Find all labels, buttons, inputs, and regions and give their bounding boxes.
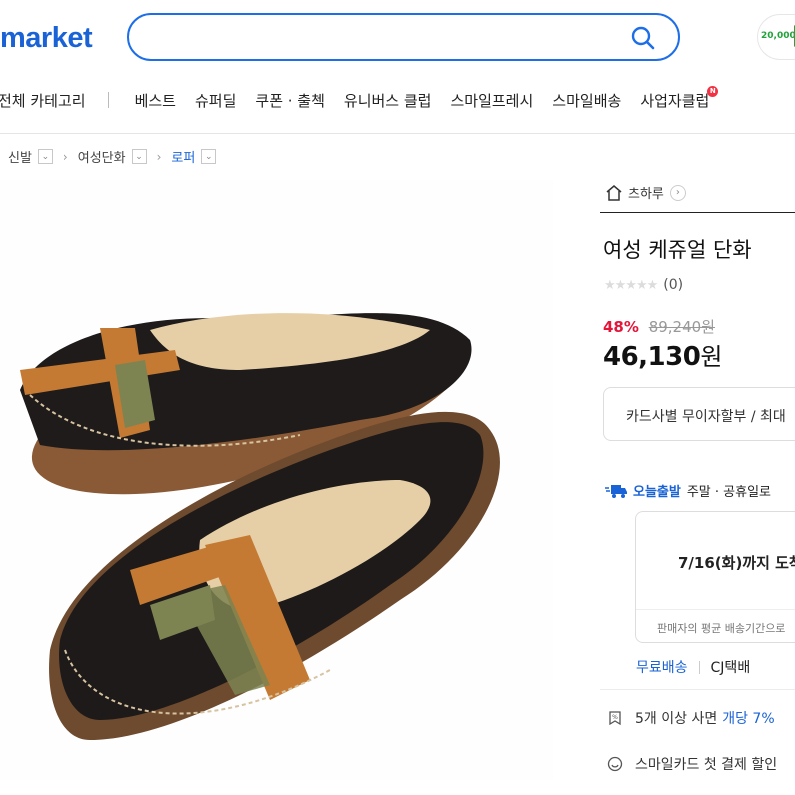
bulk-discount-text: 5개 이상 사면 (635, 711, 718, 727)
shop-name: 츠하루 (628, 187, 664, 202)
star-rating-icon: ★★★★★ (604, 277, 658, 293)
delivery-eta: 7/16(화)까지 도착 (678, 554, 795, 572)
chevron-right-icon: › (62, 149, 68, 164)
card-benefit-text: 카드사별 무이자할부 / 최대 (626, 409, 786, 425)
svg-text:%: % (612, 714, 618, 721)
discount-rate: 48% (603, 318, 639, 336)
carrier-name: CJ택배 (710, 660, 751, 676)
product-title: 여성 케쥬얼 단화 (603, 238, 752, 262)
shipping-header: 오늘출발 주말 · 공휴일로 (605, 481, 771, 500)
delivery-estimate-box: 7/16(화)까지 도착 판매자의 평균 배송기간으로 (635, 511, 795, 643)
nav-item-universe-club[interactable]: 유니버스 클럽 (344, 90, 432, 111)
shop-link[interactable]: 츠하루 › (605, 183, 686, 202)
breadcrumb-label: 로퍼 (171, 151, 196, 166)
gmarket-logo[interactable]: market (0, 22, 93, 55)
review-count: (0) (663, 277, 684, 293)
fast-truck-icon (605, 484, 627, 498)
shop-divider (600, 212, 795, 213)
price-number: 46,130 (603, 342, 701, 372)
chevron-down-icon[interactable]: ⌄ (37, 149, 53, 164)
delivery-avg-note: 판매자의 평균 배송기간으로 (636, 609, 795, 642)
chevron-down-icon[interactable]: ⌄ (201, 149, 217, 164)
smile-icon (607, 756, 623, 772)
shipping-options: 무료배송 CJ택배 (636, 657, 750, 677)
chevron-right-icon: › (156, 149, 162, 164)
nav-item-best[interactable]: 베스트 (135, 90, 176, 111)
smile-card-row[interactable]: 스마일카드 첫 결제 할인 (607, 754, 777, 774)
breadcrumb-label: 여성단화 (77, 151, 126, 166)
smile-cash-badge[interactable]: 20,000 (757, 14, 795, 60)
discount-row: 48% 89,240원 (603, 316, 715, 337)
section-divider (600, 689, 795, 690)
original-price: 89,240원 (648, 318, 715, 336)
home-icon (606, 184, 622, 201)
card-benefit-box[interactable]: 카드사별 무이자할부 / 최대 (603, 387, 795, 441)
product-image[interactable] (0, 180, 553, 780)
nav-item-business-club[interactable]: 사업자클럽 N (640, 85, 719, 111)
rating[interactable]: ★★★★★ (0) (604, 277, 683, 293)
today-ship-label: 오늘출발 (633, 485, 681, 500)
bulk-discount-highlight: 개당 7% (722, 711, 775, 727)
free-shipping-label: 무료배송 (636, 660, 688, 676)
bulk-discount-row[interactable]: % 5개 이상 사면 개당 7% (607, 708, 775, 728)
nav-item-smile-delivery[interactable]: 스마일배송 (552, 90, 621, 111)
breadcrumb-item-loafer[interactable]: 로퍼 ⌄ (171, 147, 217, 166)
nav-divider (107, 92, 109, 108)
breadcrumb: 신발 ⌄ › 여성단화 ⌄ › 로퍼 ⌄ (8, 147, 217, 166)
today-ship-desc: 주말 · 공휴일로 (686, 485, 772, 500)
search-bar[interactable] (127, 13, 680, 61)
main-nav: 전체 카테고리 베스트 슈퍼딜 쿠폰 · 출첵 유니버스 클럽 스마일프레시 스… (0, 85, 728, 114)
breadcrumb-item-shoes[interactable]: 신발 ⌄ (8, 147, 53, 166)
chevron-right-icon: › (669, 184, 686, 201)
header-divider (0, 133, 795, 134)
shipping-divider (698, 660, 700, 674)
breadcrumb-item-women-flats[interactable]: 여성단화 ⌄ (78, 147, 147, 166)
new-badge: N (707, 85, 719, 97)
smile-card-text: 스마일카드 첫 결제 할인 (635, 757, 778, 773)
price-unit: 원 (700, 343, 722, 371)
nav-all-category[interactable]: 전체 카테고리 (0, 90, 86, 111)
sale-price: 46,130원 (603, 337, 722, 372)
shoes-illustration (20, 313, 500, 740)
nav-item-business-club-label: 사업자클럽 (640, 91, 710, 110)
discount-tag-icon: % (609, 711, 621, 726)
nav-item-smile-fresh[interactable]: 스마일프레시 (450, 90, 533, 111)
search-icon[interactable] (630, 25, 656, 51)
breadcrumb-label: 신발 (8, 151, 32, 166)
nav-item-superdeal[interactable]: 슈퍼딜 (195, 90, 236, 111)
cash-amount: 20,000 (761, 31, 795, 41)
nav-item-coupon[interactable]: 쿠폰 · 출첵 (255, 90, 325, 111)
chevron-down-icon[interactable]: ⌄ (131, 149, 147, 164)
search-input[interactable] (147, 23, 617, 51)
